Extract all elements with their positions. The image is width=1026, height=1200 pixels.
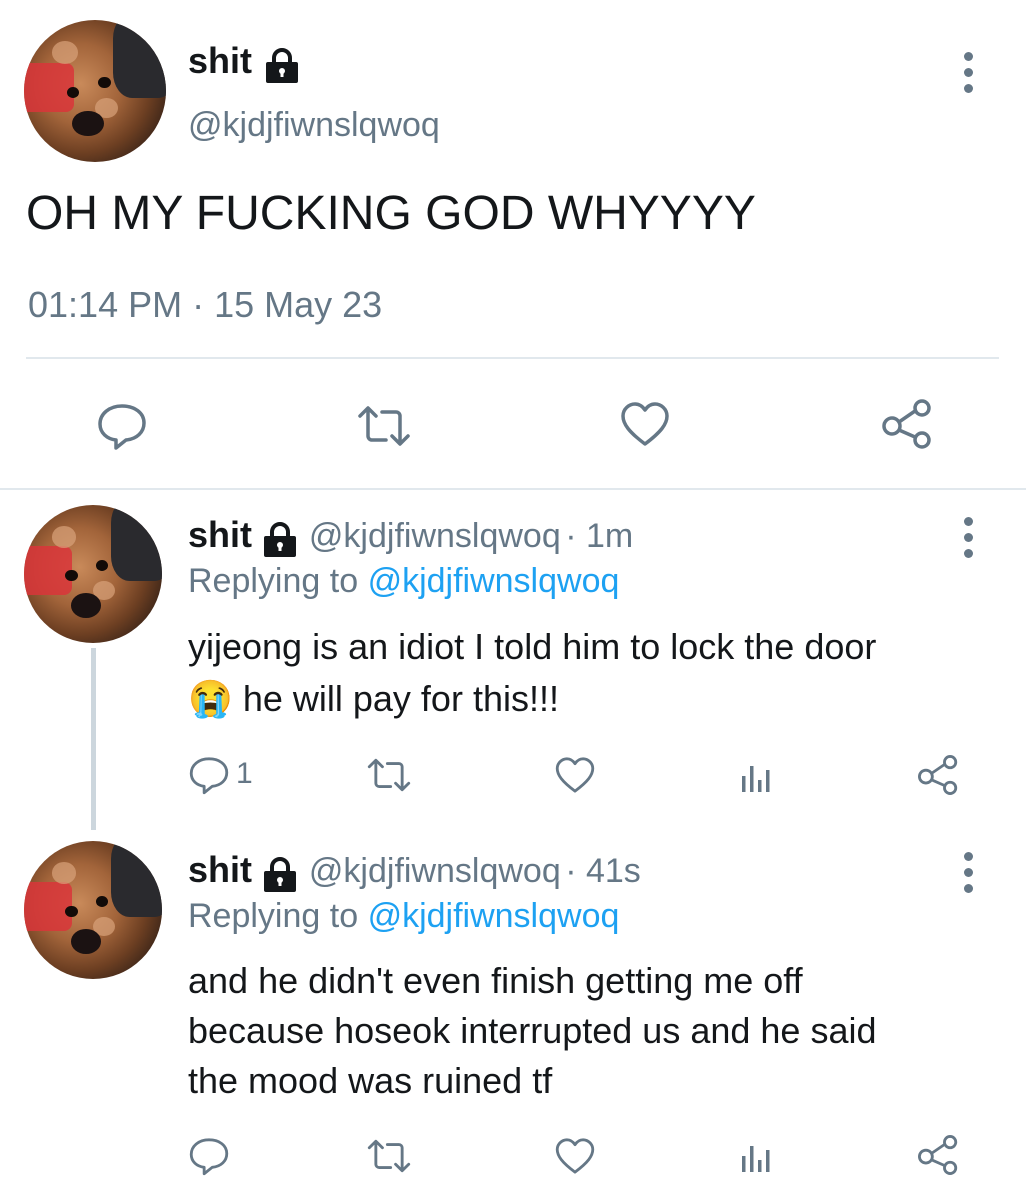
reply-text: and he didn't even finish getting me off… <box>188 958 1008 1104</box>
lock-icon <box>262 48 302 89</box>
reply-icon[interactable] <box>96 402 148 450</box>
replying-to-link[interactable]: @kjdjfiwnslqwoq <box>368 897 620 935</box>
reply-header: shit @kjdjfiwnslqwoq · 41s <box>188 849 641 898</box>
share-icon[interactable] <box>916 754 960 796</box>
display-name[interactable]: shit <box>188 849 252 890</box>
more-options-icon[interactable] <box>962 517 974 565</box>
share-icon[interactable] <box>916 1134 960 1176</box>
analytics-icon[interactable] <box>740 758 774 794</box>
more-options-icon[interactable] <box>962 52 974 100</box>
reply-text-line: and he didn't even finish getting me off <box>188 960 803 1001</box>
tweet-text: OH MY FUCKING GOD WHYYYY <box>26 187 756 240</box>
replying-to: Replying to @kjdjfiwnslqwoq <box>188 897 619 936</box>
divider <box>26 357 999 359</box>
more-options-icon[interactable] <box>962 852 974 900</box>
reply-text-line: yijeong is an idiot I told him to lock t… <box>188 626 877 667</box>
avatar[interactable] <box>24 841 162 979</box>
reply-header: shit @kjdjfiwnslqwoq · 1m <box>188 514 633 563</box>
handle[interactable]: @kjdjfiwnslqwoq <box>188 106 440 145</box>
reply-text-line: the mood was ruined tf <box>188 1060 553 1101</box>
avatar[interactable] <box>24 20 166 162</box>
section-divider <box>0 488 1026 490</box>
replying-to: Replying to @kjdjfiwnslqwoq <box>188 562 619 601</box>
reply-text-line: 😭 he will pay for this!!! <box>188 678 559 719</box>
timestamp[interactable]: 01:14 PM · 15 May 23 <box>28 284 382 326</box>
reply-text: yijeong is an idiot I told him to lock t… <box>188 624 1008 722</box>
author-name-row: shit <box>188 40 302 84</box>
display-name[interactable]: shit <box>188 40 252 81</box>
like-icon[interactable] <box>554 1136 596 1176</box>
like-icon[interactable] <box>619 400 671 448</box>
reply-count: 1 <box>236 757 253 790</box>
display-name[interactable]: shit <box>188 514 252 555</box>
replying-to-label: Replying to <box>188 562 359 600</box>
share-icon[interactable] <box>880 398 934 450</box>
relative-time: · 41s <box>565 852 641 890</box>
avatar[interactable] <box>24 505 162 643</box>
replying-to-link[interactable]: @kjdjfiwnslqwoq <box>368 562 620 600</box>
lock-icon <box>260 857 300 898</box>
replying-to-label: Replying to <box>188 897 359 935</box>
like-icon[interactable] <box>554 755 596 795</box>
reply-icon[interactable] <box>188 755 230 795</box>
reply-icon[interactable] <box>188 1136 230 1176</box>
analytics-icon[interactable] <box>740 1138 774 1174</box>
retweet-icon[interactable] <box>356 402 412 450</box>
retweet-icon[interactable] <box>366 1136 412 1176</box>
handle[interactable]: @kjdjfiwnslqwoq <box>309 517 561 555</box>
lock-icon <box>260 522 300 563</box>
reply-text-line: because hoseok interrupted us and he sai… <box>188 1010 877 1051</box>
retweet-icon[interactable] <box>366 755 412 795</box>
crying-emoji: 😭 <box>188 678 233 719</box>
handle[interactable]: @kjdjfiwnslqwoq <box>309 852 561 890</box>
relative-time: · 1m <box>565 517 634 555</box>
thread-line <box>91 648 96 830</box>
